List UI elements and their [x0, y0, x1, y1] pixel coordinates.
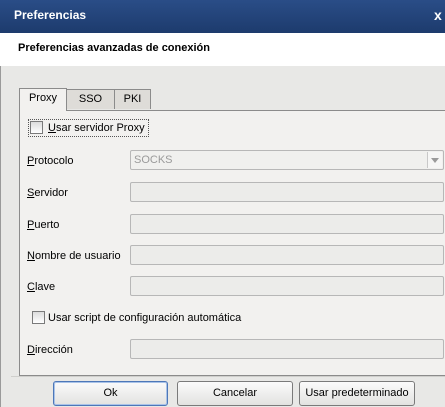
server-input[interactable] — [130, 182, 444, 202]
auto-config-label[interactable]: Usar script de configuración automática — [48, 312, 241, 324]
dialog-content: Proxy SSO PKI Usar servidor Proxy Protoc… — [11, 66, 445, 376]
username-label: Nombre de usuario — [27, 250, 121, 262]
tab-pki-label: PKI — [123, 93, 142, 105]
title-bar: Preferencias x — [0, 0, 445, 33]
password-label: Clave — [27, 281, 56, 293]
password-input[interactable] — [130, 276, 444, 296]
close-icon[interactable]: x — [434, 8, 445, 22]
auto-config-checkbox[interactable] — [32, 311, 45, 324]
protocol-select[interactable]: SOCKS — [130, 150, 444, 170]
use-proxy-label-rest: sar servidor Proxy — [55, 122, 145, 134]
dialog-heading: Preferencias avanzadas de conexión — [18, 42, 210, 54]
address-input[interactable] — [130, 339, 444, 359]
port-input[interactable] — [130, 214, 444, 234]
tab-proxy[interactable]: Proxy — [19, 88, 67, 111]
ok-button[interactable]: Ok — [53, 381, 168, 406]
address-label: Dirección — [27, 344, 73, 356]
tab-sso-label: SSO — [78, 93, 103, 105]
port-label: Puerto — [27, 219, 60, 231]
cancel-button[interactable]: Cancelar — [177, 381, 293, 406]
protocol-value: SOCKS — [134, 154, 173, 166]
window-title: Preferencias — [14, 8, 87, 22]
tab-sso[interactable]: SSO — [66, 89, 115, 109]
button-bar: Ok Cancelar Usar predeterminado — [11, 376, 445, 407]
dialog-header: Preferencias avanzadas de conexión — [0, 33, 445, 66]
username-input[interactable] — [130, 245, 444, 265]
defaults-button[interactable]: Usar predeterminado — [299, 381, 415, 406]
server-label: Servidor — [27, 187, 68, 199]
use-proxy-label[interactable]: Usar servidor Proxy — [48, 122, 145, 134]
protocol-label: Protocolo — [27, 155, 74, 167]
proxy-panel: Usar servidor Proxy Protocolo SOCKS Serv… — [19, 110, 445, 376]
tab-pki[interactable]: PKI — [114, 89, 151, 109]
window-frame-left — [0, 66, 11, 407]
chevron-down-icon[interactable] — [427, 152, 442, 168]
tab-proxy-label: Proxy — [28, 92, 58, 104]
